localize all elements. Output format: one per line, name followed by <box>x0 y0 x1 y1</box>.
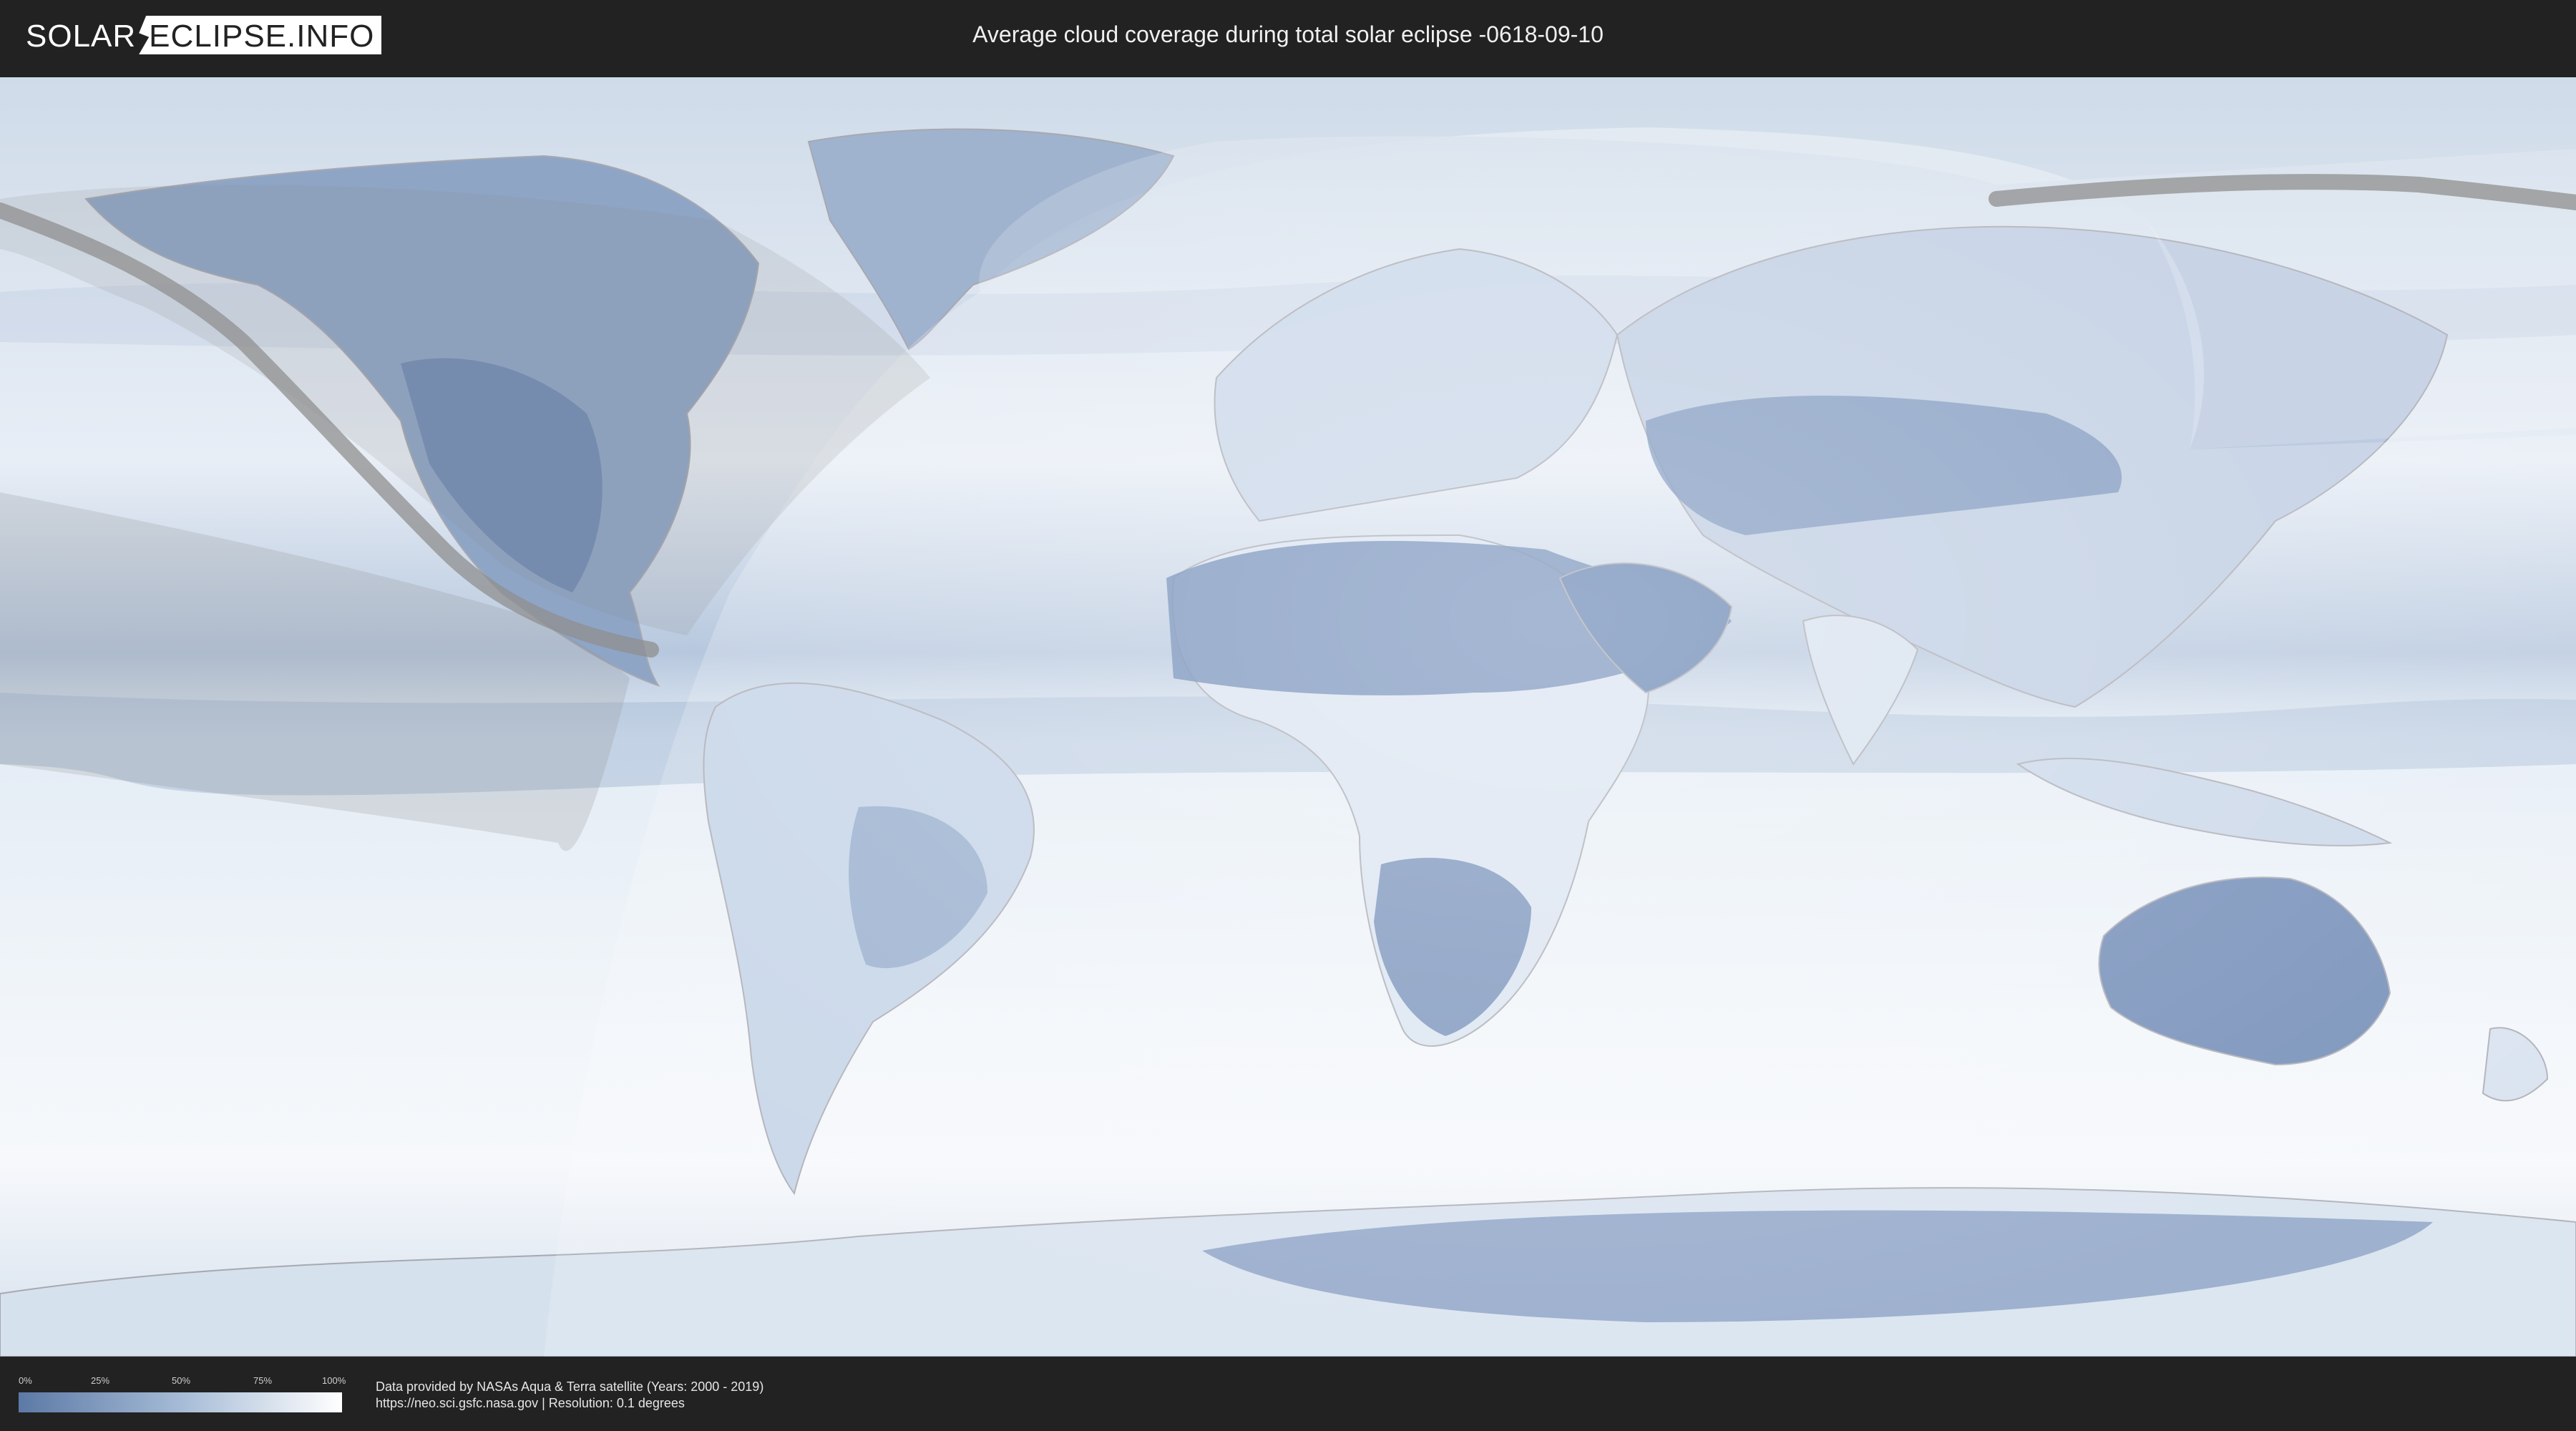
legend-tick-25: 25% <box>91 1375 110 1386</box>
legend-tick-75: 75% <box>253 1375 273 1386</box>
legend-tick-0: 0% <box>19 1375 32 1386</box>
legend-color-scale <box>19 1392 342 1412</box>
page-title: Average cloud coverage during total sola… <box>972 21 1604 47</box>
legend-tick-100: 100% <box>322 1375 346 1386</box>
data-credit-line: Data provided by NASAs Aqua & Terra sate… <box>376 1379 764 1394</box>
legend-tick-50: 50% <box>172 1375 191 1386</box>
data-source-line: https://neo.sci.gsfc.nasa.gov | Resoluti… <box>376 1396 685 1410</box>
header-bar: SOLAR ECLIPSE.INFO Average cloud coverag… <box>0 0 2576 72</box>
cloud-coverage-map <box>0 77 2576 1357</box>
